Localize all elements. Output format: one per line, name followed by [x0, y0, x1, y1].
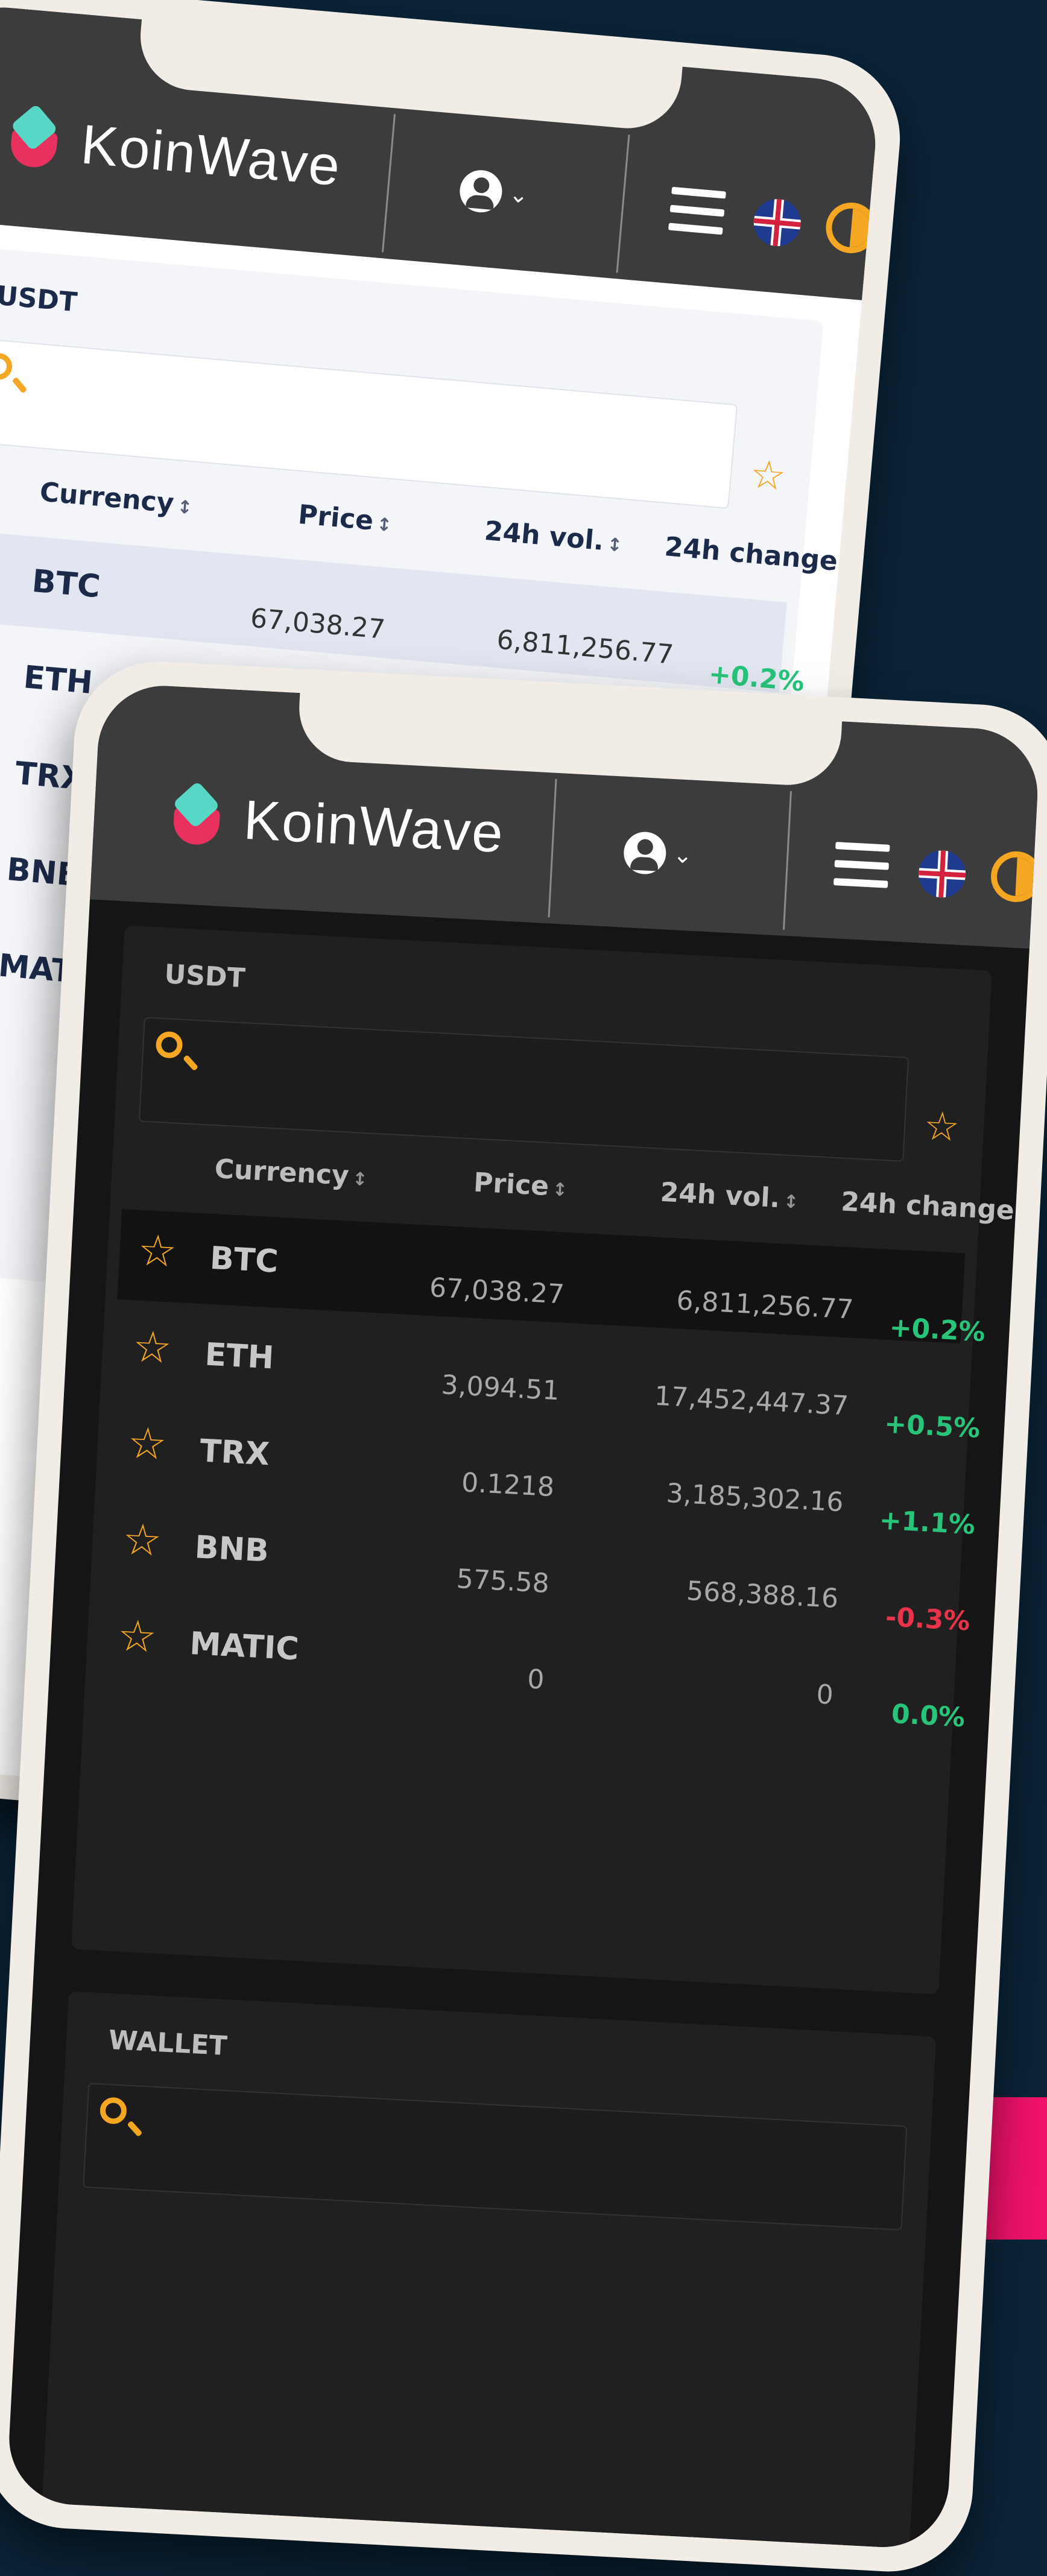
column-header-change[interactable]: 24h change↕ — [663, 531, 858, 579]
currency-symbol: BTC — [209, 1240, 279, 1280]
volume-value: 0 — [815, 1679, 834, 1711]
price-value: 0.1218 — [460, 1467, 555, 1503]
phone-dark-theme: KoinWave ⌄ USDT ☆ Currency ↕ Price ↕ 24h v… — [0, 657, 1047, 2576]
search-icon — [0, 352, 13, 381]
volume-value: 6,811,256.77 — [495, 624, 675, 671]
change-value: 0.0% — [890, 1698, 966, 1734]
user-menu-button[interactable]: ⌄ — [622, 830, 694, 877]
favorite-star-icon[interactable]: ☆ — [131, 1321, 173, 1373]
market-section-title: USDT — [0, 280, 78, 318]
price-value: 67,038.27 — [249, 602, 387, 646]
user-menu-button[interactable]: ⌄ — [458, 168, 530, 216]
theme-toggle-icon[interactable] — [823, 200, 879, 256]
favorite-star-icon[interactable]: ☆ — [137, 1225, 179, 1277]
price-value: 67,038.27 — [428, 1272, 566, 1310]
change-value: +0.2% — [888, 1312, 986, 1348]
uk-flag-icon[interactable] — [751, 197, 803, 248]
koinwave-logo-icon — [165, 781, 235, 853]
market-section-title: USDT — [163, 959, 246, 994]
wallet-section-title: WALLET — [107, 2024, 228, 2062]
column-header-volume[interactable]: 24h vol.↕ — [660, 1177, 800, 1215]
price-value: 575.58 — [455, 1563, 550, 1599]
currency-symbol: MATIC — [189, 1625, 300, 1668]
volume-value: 3,185,302.16 — [665, 1477, 844, 1518]
sort-icon: ↕ — [606, 534, 624, 557]
column-header-currency[interactable]: Currency↕ — [214, 1154, 369, 1192]
sort-icon: ↕ — [352, 1168, 369, 1191]
search-icon — [99, 2097, 128, 2125]
favorites-filter-star-icon[interactable]: ☆ — [748, 450, 788, 500]
brand-name: KoinWave — [78, 113, 344, 198]
currency-symbol: ETH — [22, 659, 94, 702]
currency-symbol: BTC — [30, 563, 102, 605]
chevron-down-icon: ⌄ — [508, 180, 530, 209]
column-header-change[interactable]: 24h change↕ — [840, 1186, 1034, 1227]
sort-icon: ↕ — [1017, 1203, 1034, 1226]
favorite-star-icon[interactable]: ☆ — [127, 1417, 168, 1470]
wallet-panel: WALLET — [40, 1991, 937, 2551]
market-panel: USDT ☆ Currency↕ Price↕ 24h vol.↕ 24h ch… — [71, 925, 1033, 1995]
user-icon — [622, 830, 668, 876]
currency-symbol: ETH — [204, 1336, 275, 1377]
brand-logo[interactable]: KoinWave — [1, 103, 344, 200]
theme-toggle-icon[interactable] — [989, 850, 1041, 904]
price-value: 0 — [526, 1664, 545, 1696]
header-divider — [548, 778, 557, 918]
hamburger-menu-icon[interactable] — [833, 842, 890, 888]
column-header-currency[interactable]: Currency↕ — [39, 476, 194, 520]
currency-symbol: BNB — [194, 1529, 270, 1570]
favorites-filter-star-icon[interactable]: ☆ — [923, 1102, 961, 1151]
column-header-volume[interactable]: 24h vol.↕ — [483, 516, 624, 558]
sort-icon: ↕ — [176, 496, 194, 519]
volume-value: 568,388.16 — [686, 1575, 840, 1615]
brand-name: KoinWave — [242, 789, 506, 864]
search-icon — [155, 1031, 183, 1059]
favorite-star-icon[interactable]: ☆ — [116, 1610, 158, 1662]
change-value: +0.5% — [884, 1408, 981, 1444]
koinwave-logo-icon — [1, 103, 73, 176]
column-header-price[interactable]: Price↕ — [297, 499, 393, 538]
change-value: +1.1% — [878, 1504, 976, 1541]
user-icon — [458, 168, 504, 215]
header-divider — [381, 114, 396, 253]
sort-icon: ↕ — [376, 514, 393, 537]
currency-symbol: TRX — [198, 1433, 271, 1473]
wallet-search-input[interactable] — [83, 2083, 908, 2231]
price-value: 3,094.51 — [440, 1369, 560, 1407]
favorite-star-icon[interactable]: ☆ — [0, 545, 1, 599]
favorite-star-icon[interactable]: ☆ — [121, 1514, 163, 1566]
phone-screen: KoinWave ⌄ USDT ☆ Currency↕ Price↕ 24h v… — [5, 683, 1041, 2551]
chevron-down-icon: ⌄ — [672, 841, 694, 869]
header-divider — [782, 791, 792, 930]
volume-value: 17,452,447.37 — [653, 1380, 850, 1422]
column-header-price[interactable]: Price↕ — [473, 1167, 569, 1203]
change-value: -0.3% — [884, 1602, 971, 1637]
uk-flag-icon[interactable] — [917, 849, 967, 899]
sort-icon: ↕ — [840, 554, 857, 577]
brand-logo[interactable]: KoinWave — [165, 781, 506, 867]
sort-icon: ↕ — [783, 1191, 799, 1213]
volume-value: 6,811,256.77 — [675, 1285, 855, 1325]
sort-icon: ↕ — [551, 1179, 568, 1201]
header-divider — [616, 134, 630, 273]
hamburger-menu-icon[interactable] — [668, 186, 726, 235]
